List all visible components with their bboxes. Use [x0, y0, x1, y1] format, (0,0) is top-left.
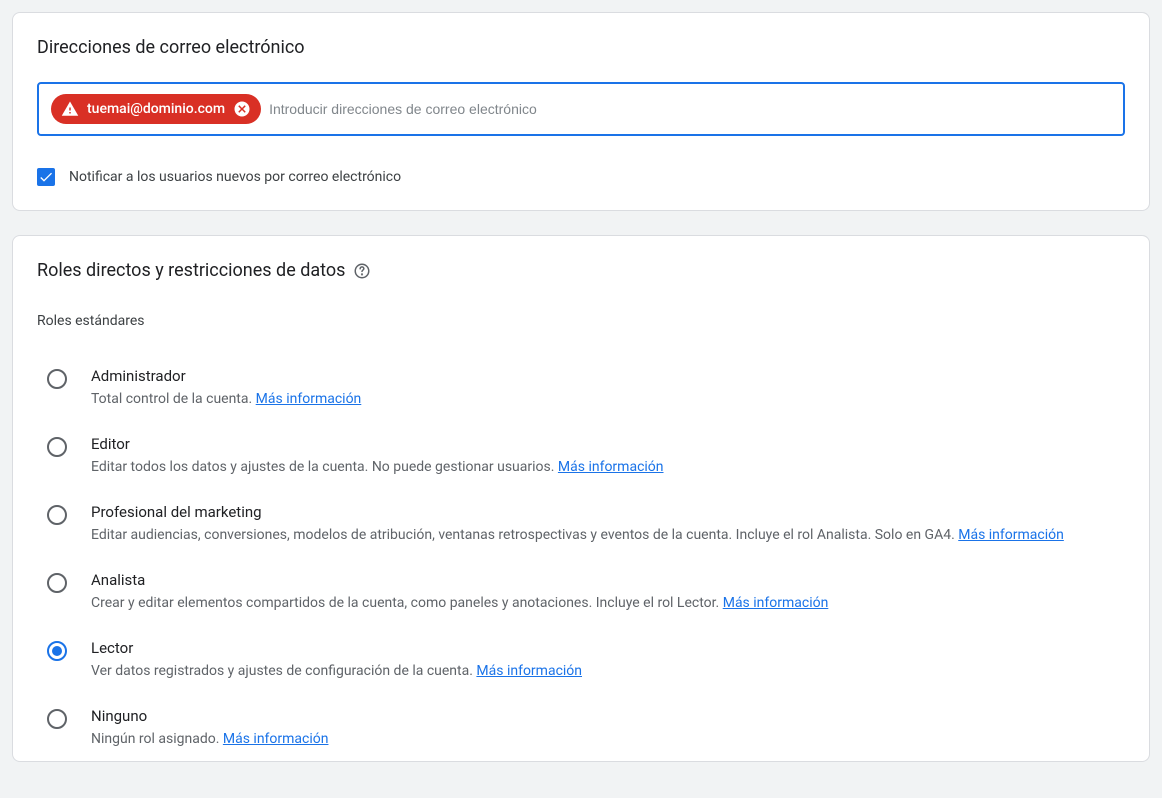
role-description: Editar todos los datos y ajustes de la c…: [91, 459, 1115, 475]
email-chip: tuemai@dominio.com: [51, 94, 261, 124]
role-option[interactable]: Profesional del marketing Editar audienci…: [37, 489, 1125, 557]
roles-title-row: Roles directos y restricciones de datos: [37, 260, 1125, 281]
role-name: Ninguno: [91, 707, 1115, 725]
role-description: Crear y editar elementos compartidos de …: [91, 595, 1115, 611]
role-description: Ver datos registrados y ajustes de confi…: [91, 663, 1115, 679]
email-addresses-card: Direcciones de correo electrónico tuemai…: [12, 12, 1150, 211]
more-info-link[interactable]: Más información: [723, 595, 829, 611]
roles-card: Roles directos y restricciones de datos …: [12, 235, 1150, 762]
role-radio[interactable]: [47, 505, 67, 525]
role-radio[interactable]: [47, 709, 67, 729]
roles-subtitle: Roles estándares: [37, 313, 1125, 329]
notify-checkbox-label: Notificar a los usuarios nuevos por corr…: [69, 169, 401, 185]
more-info-link[interactable]: Más información: [958, 527, 1064, 543]
role-content: Editor Editar todos los datos y ajustes d…: [91, 435, 1115, 475]
role-option[interactable]: Analista Crear y editar elementos compart…: [37, 557, 1125, 625]
remove-chip-icon[interactable]: [233, 100, 251, 118]
role-radio[interactable]: [47, 369, 67, 389]
warning-icon: [61, 100, 79, 118]
role-description: Ningún rol asignado. Más información: [91, 731, 1115, 747]
roles-section-title: Roles directos y restricciones de datos: [37, 260, 345, 281]
role-name: Lector: [91, 639, 1115, 657]
notify-checkbox-row: Notificar a los usuarios nuevos por corr…: [37, 168, 1125, 186]
role-content: Lector Ver datos registrados y ajustes de…: [91, 639, 1115, 679]
role-option[interactable]: Ninguno Ningún rol asignado. Más informac…: [37, 693, 1125, 761]
role-content: Profesional del marketing Editar audienci…: [91, 503, 1115, 543]
role-name: Analista: [91, 571, 1115, 589]
role-description: Total control de la cuenta. Más informac…: [91, 391, 1115, 407]
more-info-link[interactable]: Más información: [256, 391, 362, 407]
more-info-link[interactable]: Más información: [476, 663, 582, 679]
email-section-title: Direcciones de correo electrónico: [37, 37, 1125, 58]
role-radio[interactable]: [47, 437, 67, 457]
role-name: Profesional del marketing: [91, 503, 1115, 521]
more-info-link[interactable]: Más información: [223, 731, 329, 747]
role-radio[interactable]: [47, 641, 67, 661]
email-input[interactable]: [269, 97, 1111, 121]
role-description: Editar audiencias, conversiones, modelos…: [91, 527, 1115, 543]
role-name: Editor: [91, 435, 1115, 453]
role-option[interactable]: Editor Editar todos los datos y ajustes d…: [37, 421, 1125, 489]
help-icon[interactable]: [353, 262, 371, 280]
notify-checkbox[interactable]: [37, 168, 55, 186]
email-input-container[interactable]: tuemai@dominio.com: [37, 82, 1125, 136]
role-name: Administrador: [91, 367, 1115, 385]
role-option[interactable]: Lector Ver datos registrados y ajustes de…: [37, 625, 1125, 693]
role-option[interactable]: Administrador Total control de la cuenta.…: [37, 353, 1125, 421]
role-radio[interactable]: [47, 573, 67, 593]
email-chip-text: tuemai@dominio.com: [87, 101, 225, 117]
role-content: Ninguno Ningún rol asignado. Más informac…: [91, 707, 1115, 747]
more-info-link[interactable]: Más información: [558, 459, 664, 475]
role-content: Administrador Total control de la cuenta.…: [91, 367, 1115, 407]
roles-list: Administrador Total control de la cuenta.…: [37, 353, 1125, 761]
role-content: Analista Crear y editar elementos compart…: [91, 571, 1115, 611]
